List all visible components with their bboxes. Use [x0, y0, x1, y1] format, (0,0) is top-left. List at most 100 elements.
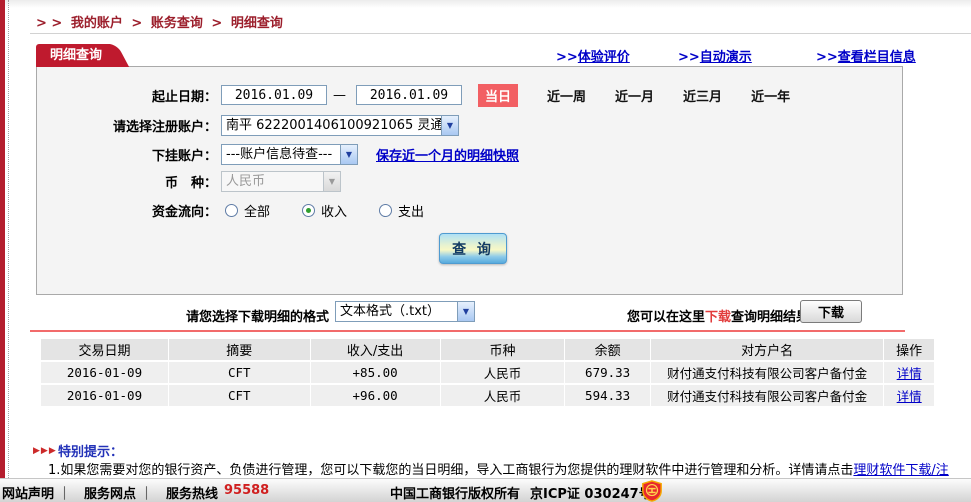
cell-summary: CFT — [169, 362, 310, 383]
link-label: 查看栏目信息 — [838, 50, 916, 65]
table-row: 2016-01-09 CFT +96.00 人民币 594.33 财付通支付科技… — [41, 385, 934, 406]
radio-icon — [302, 204, 315, 217]
col-header-balance: 余额 — [565, 339, 650, 360]
quick-range-week[interactable]: 近一周 — [547, 86, 586, 105]
flow-radio-all-label: 全部 — [244, 201, 270, 220]
icbc-shield-icon — [641, 480, 663, 502]
flow-radio-expense[interactable]: 支出 — [379, 201, 424, 220]
registered-account-value: 南平 6222001406100921065 灵通卡 — [222, 116, 441, 135]
top-fade-band — [0, 0, 971, 8]
date-dash: — — [333, 88, 346, 103]
link-prefix: >> — [678, 50, 700, 65]
finance-software-download-link[interactable]: 理财软件下载/注 — [853, 463, 948, 478]
breadcrumb-prefix: > > — [36, 16, 62, 31]
breadcrumb-separator: > — [211, 16, 222, 31]
fund-flow-label: 资金流向： — [37, 201, 217, 220]
download-button[interactable]: 下载 — [800, 300, 862, 323]
col-header-currency: 币种 — [441, 339, 565, 360]
query-button[interactable]: 查 询 — [439, 233, 507, 264]
details-query-page: > > 我的账户 > 账务查询 > 明细查询 明细查询 >>体验评价 >>自动演… — [0, 0, 971, 502]
quick-range-quarter[interactable]: 近三月 — [683, 86, 722, 105]
quick-range-today-button[interactable]: 当日 — [478, 84, 518, 107]
detail-link[interactable]: 详情 — [897, 366, 922, 381]
site-statement-link[interactable]: 网站声明 — [2, 483, 54, 502]
service-hotline-label: 服务热线 — [166, 483, 218, 502]
flow-radio-income[interactable]: 收入 — [302, 201, 347, 220]
quick-range-month[interactable]: 近一月 — [615, 86, 654, 105]
footer-bar: 网站声明 ｜ 服务网点 ｜ 服务热线 95588 中国工商银行版权所有 京ICP… — [0, 478, 971, 502]
download-hint: 您可以在这里下载查询明细结果 — [627, 306, 809, 325]
quick-range-year[interactable]: 近一年 — [751, 86, 790, 105]
service-outlets-link[interactable]: 服务网点 — [84, 483, 136, 502]
cell-summary: CFT — [169, 385, 310, 406]
link-prefix: >> — [816, 50, 838, 65]
breadcrumb: > > 我的账户 > 账务查询 > 明细查询 — [36, 12, 287, 31]
currency-row: 币 种： 人民币 ▼ — [37, 169, 341, 193]
experience-rating-link[interactable]: >>体验评价 — [556, 46, 630, 65]
fund-flow-row: 资金流向： 全部 收入 支出 — [37, 198, 424, 222]
registered-account-row: 请选择注册账户： 南平 6222001406100921065 灵通卡 ▼ — [37, 113, 459, 137]
cell-counterparty: 财付通支付科技有限公司客户备付金 — [651, 362, 883, 383]
currency-value: 人民币 — [222, 172, 323, 191]
col-header-counterparty: 对方户名 — [651, 339, 883, 360]
icp-license-text: 京ICP证 030247号 — [530, 483, 652, 502]
chevron-down-icon: ▼ — [457, 302, 474, 321]
cell-date: 2016-01-09 — [41, 385, 168, 406]
download-hint-link[interactable]: 下载 — [705, 310, 731, 325]
cell-currency: 人民币 — [441, 362, 565, 383]
breadcrumb-separator: > — [131, 16, 142, 31]
sub-account-label: 下挂账户： — [37, 145, 217, 164]
red-divider-line — [30, 330, 905, 332]
date-range-row: 起止日期： — 当日 近一周 近一月 近三月 近一年 — [37, 83, 790, 107]
copyright-text: 中国工商银行版权所有 — [390, 483, 520, 502]
col-header-summary: 摘要 — [169, 339, 310, 360]
sub-account-select[interactable]: ---账户信息待查--- ▼ — [221, 144, 358, 165]
cell-date: 2016-01-09 — [41, 362, 168, 383]
flow-radio-all[interactable]: 全部 — [225, 201, 270, 220]
auto-demo-link[interactable]: >>自动演示 — [678, 46, 752, 65]
date-range-label: 起止日期： — [37, 86, 217, 105]
table-header-row: 交易日期 摘要 收入/支出 币种 余额 对方户名 操作 — [41, 339, 934, 360]
transactions-table: 交易日期 摘要 收入/支出 币种 余额 对方户名 操作 2016-01-09 C… — [40, 337, 935, 408]
end-date-input[interactable] — [356, 85, 462, 105]
cell-amount: +96.00 — [311, 385, 440, 406]
left-red-strip — [0, 0, 5, 478]
cell-counterparty: 财付通支付科技有限公司客户备付金 — [651, 385, 883, 406]
col-header-date: 交易日期 — [41, 339, 168, 360]
footer-separator: ｜ — [58, 483, 71, 502]
chevron-down-icon: ▼ — [323, 172, 340, 191]
tab-details-query: 明细查询 — [36, 44, 110, 67]
save-monthly-snapshot-link[interactable]: 保存近一个月的明细快照 — [376, 145, 519, 164]
cell-currency: 人民币 — [441, 385, 565, 406]
start-date-input[interactable] — [221, 85, 327, 105]
view-column-info-link[interactable]: >>查看栏目信息 — [816, 46, 916, 65]
download-hint-prefix: 您可以在这里 — [627, 310, 705, 325]
service-hotline-number: 95588 — [224, 483, 269, 498]
download-hint-suffix: 查询明细结果 — [731, 310, 809, 325]
chevron-down-icon: ▼ — [441, 116, 458, 135]
query-form-panel: 起止日期： — 当日 近一周 近一月 近三月 近一年 请选择注册账户： 南平 6… — [36, 66, 903, 295]
col-header-amount: 收入/支出 — [311, 339, 440, 360]
download-format-select[interactable]: 文本格式（.txt） ▼ — [335, 301, 475, 322]
link-prefix: >> — [556, 50, 578, 65]
breadcrumb-my-account[interactable]: 我的账户 — [71, 16, 123, 31]
footer-separator: ｜ — [140, 483, 153, 502]
download-format-value: 文本格式（.txt） — [336, 302, 457, 321]
notice-body: 1.如果您需要对您的银行资产、负债进行管理，您可以下载您的当日明细，导入工商银行… — [48, 459, 971, 478]
flow-radio-income-label: 收入 — [321, 201, 347, 220]
link-label: 体验评价 — [578, 50, 630, 65]
detail-link[interactable]: 详情 — [897, 389, 922, 404]
registered-account-select[interactable]: 南平 6222001406100921065 灵通卡 ▼ — [221, 115, 459, 136]
sub-account-row: 下挂账户： ---账户信息待查--- ▼ 保存近一个月的明细快照 — [37, 142, 519, 166]
breadcrumb-account-query[interactable]: 账务查询 — [151, 16, 203, 31]
chevron-down-icon: ▼ — [340, 145, 357, 164]
flow-radio-expense-label: 支出 — [398, 201, 424, 220]
cell-balance: 679.33 — [565, 362, 650, 383]
col-header-action: 操作 — [884, 339, 934, 360]
notice-arrows-icon: ▶▶▶ — [33, 446, 57, 456]
radio-icon — [379, 204, 392, 217]
breadcrumb-current: 明细查询 — [231, 16, 283, 31]
left-dotted-rule — [8, 0, 9, 478]
table-row: 2016-01-09 CFT +85.00 人民币 679.33 财付通支付科技… — [41, 362, 934, 383]
notice-text: 1.如果您需要对您的银行资产、负债进行管理，您可以下载您的当日明细，导入工商银行… — [48, 463, 853, 478]
